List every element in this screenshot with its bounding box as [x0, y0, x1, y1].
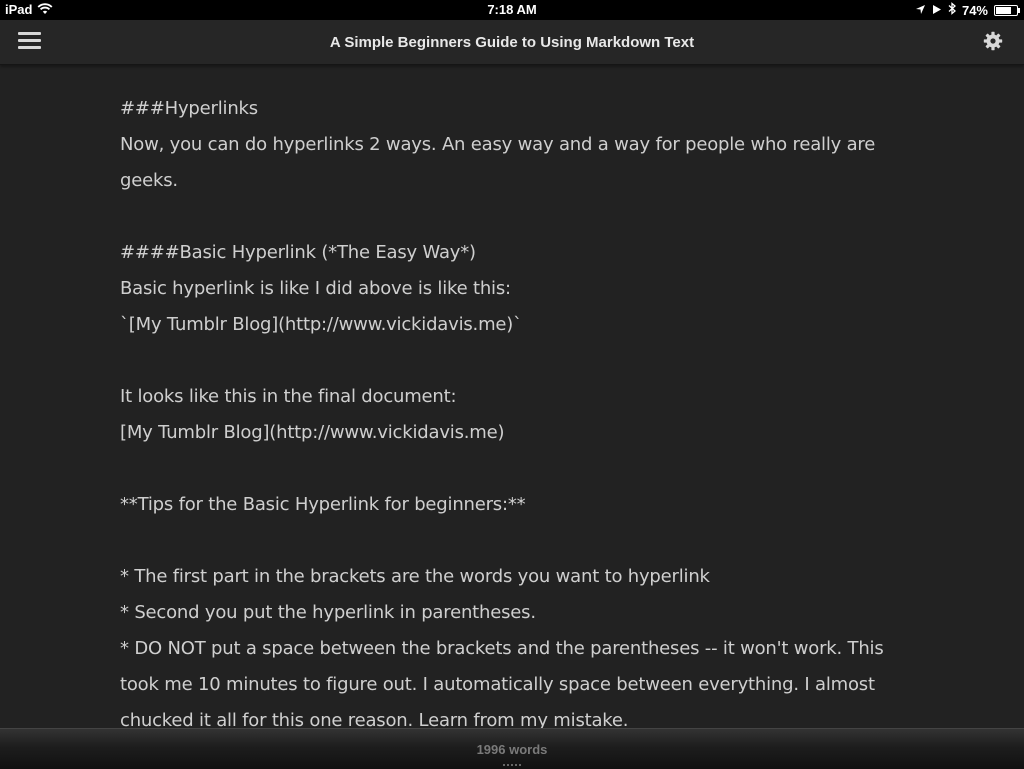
editor-line: [My Tumblr Blog](http://www.vickidavis.m… [120, 422, 505, 443]
editor-line: * Second you put the hyperlink in parent… [120, 602, 536, 623]
battery-icon [994, 4, 1020, 16]
battery-fill [996, 6, 1011, 14]
editor-line: ####Basic Hyperlink (*The Easy Way*) [120, 242, 476, 263]
bluetooth-icon [948, 2, 956, 18]
status-time: 7:18 AM [487, 2, 537, 17]
play-icon [932, 3, 942, 18]
settings-button[interactable] [983, 31, 1005, 53]
markdown-editor[interactable]: ###Hyperlinks Now, you can do hyperlinks … [120, 91, 910, 728]
editor-line: ###Hyperlinks [120, 98, 258, 119]
editor-line: chucked it all for this one reason. Lear… [120, 710, 629, 728]
editor-line: **Tips for the Basic Hyperlink for begin… [120, 494, 526, 515]
editor-line: geeks. [120, 170, 178, 191]
editor-line: * DO NOT put a space between the bracket… [120, 638, 884, 659]
battery-percent: 74% [961, 2, 988, 18]
editor-line: It looks like this in the final document… [120, 386, 457, 407]
editor-line: Now, you can do hyperlinks 2 ways. An ea… [120, 134, 876, 155]
editor-line: * The first part in the brackets are the… [120, 566, 710, 587]
grip-handle-icon[interactable] [503, 764, 521, 769]
gear-icon [983, 31, 1003, 51]
editor-line: took me 10 minutes to figure out. I auto… [120, 674, 875, 695]
status-right-group: 74% [915, 2, 1020, 18]
editor-line: `[My Tumblr Blog](http://www.vickidavis.… [120, 314, 522, 335]
word-count: 1996 words [476, 742, 548, 757]
status-bar: iPad 7:18 AM 74% [0, 0, 1024, 20]
document-title: A Simple Beginners Guide to Using Markdo… [329, 34, 695, 51]
bottom-bar: 1996 words [0, 728, 1024, 769]
nav-bar: A Simple Beginners Guide to Using Markdo… [0, 20, 1024, 65]
location-arrow-icon [915, 3, 926, 18]
editor-line: Basic hyperlink is like I did above is l… [120, 278, 511, 299]
